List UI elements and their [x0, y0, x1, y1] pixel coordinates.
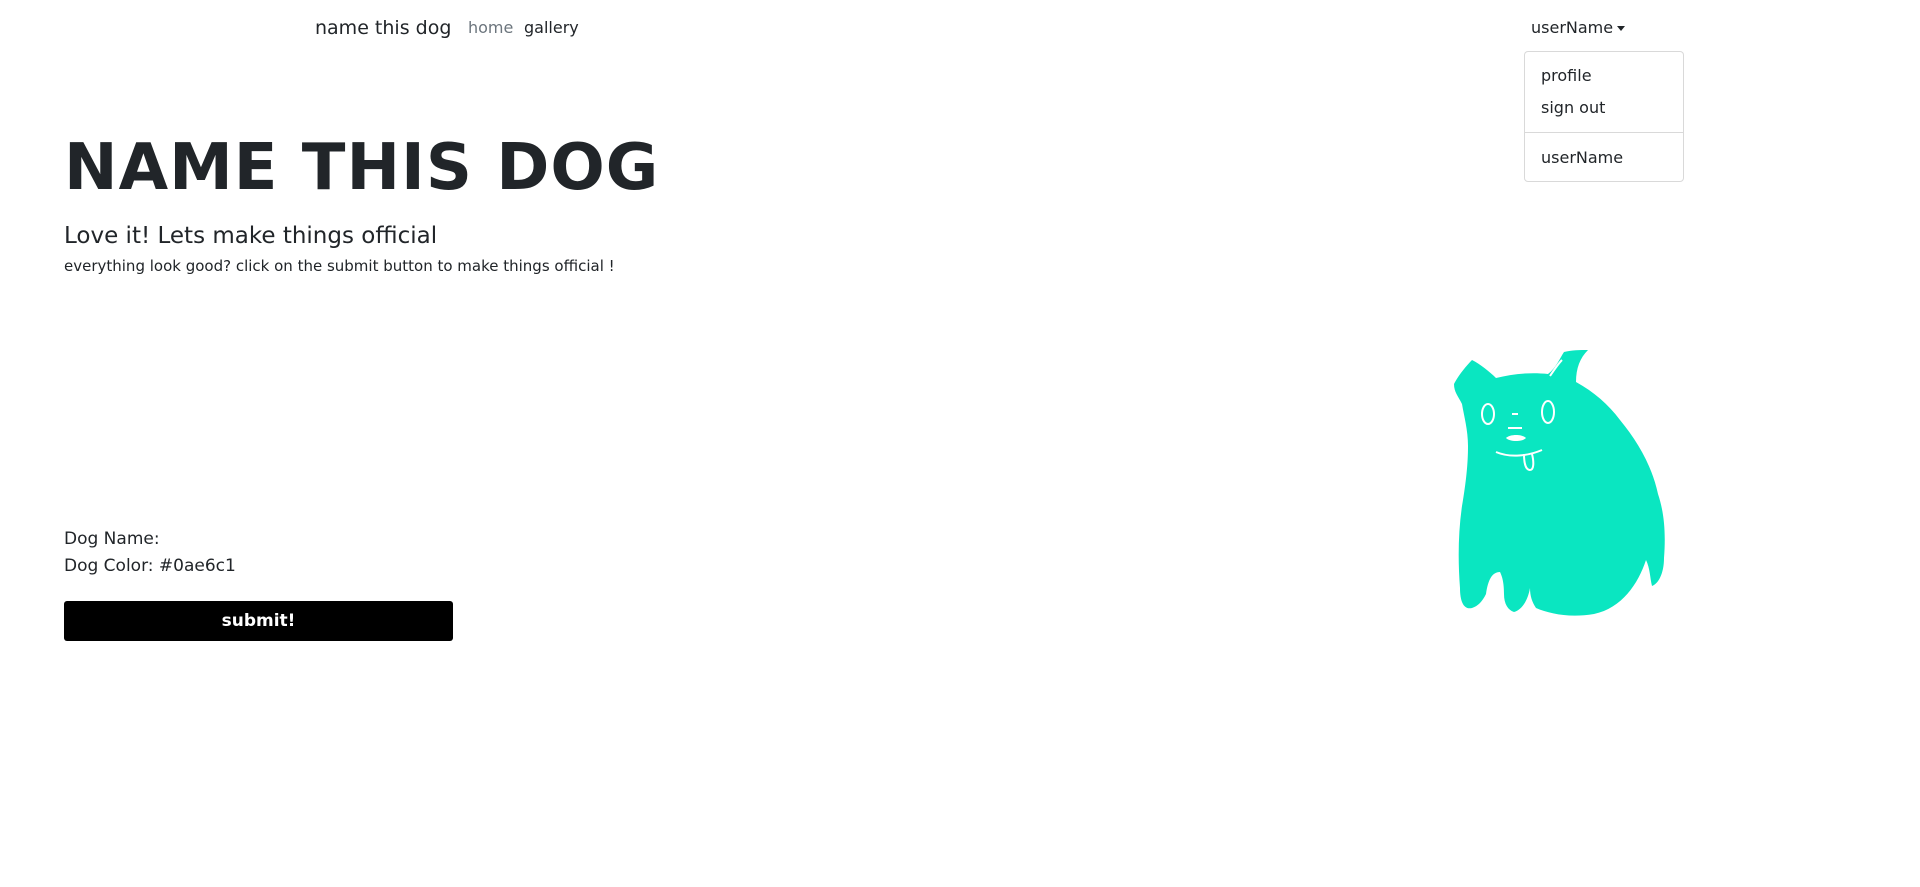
dog-name-label: Dog Name: [64, 529, 160, 549]
instructions-text: everything look good? click on the submi… [64, 257, 615, 275]
user-menu-label: userName [1531, 18, 1614, 37]
user-dropdown-menu: profile sign out userName [1524, 51, 1684, 182]
page-title: NAME THIS DOG [64, 131, 660, 205]
lead-text: Love it! Lets make things official [64, 223, 438, 249]
dog-icon [1454, 350, 1665, 616]
dropdown-item-sign-out[interactable]: sign out [1541, 98, 1605, 118]
dog-body [1454, 350, 1665, 616]
dog-color-label: Dog Color: #0ae6c1 [64, 556, 236, 576]
brand-link[interactable]: name this dog [315, 14, 451, 42]
user-menu-toggle[interactable]: userName [1531, 18, 1626, 38]
page: name this dog home gallery userName prof… [0, 0, 1920, 887]
dropdown-item-profile[interactable]: profile [1541, 66, 1592, 86]
nav-home-link[interactable]: home [468, 18, 513, 38]
dropdown-item-username[interactable]: userName [1541, 148, 1623, 168]
dropdown-divider [1525, 132, 1683, 133]
submit-button[interactable]: submit! [64, 601, 453, 641]
nav-gallery-link[interactable]: gallery [524, 18, 579, 38]
caret-down-icon [1617, 26, 1626, 31]
